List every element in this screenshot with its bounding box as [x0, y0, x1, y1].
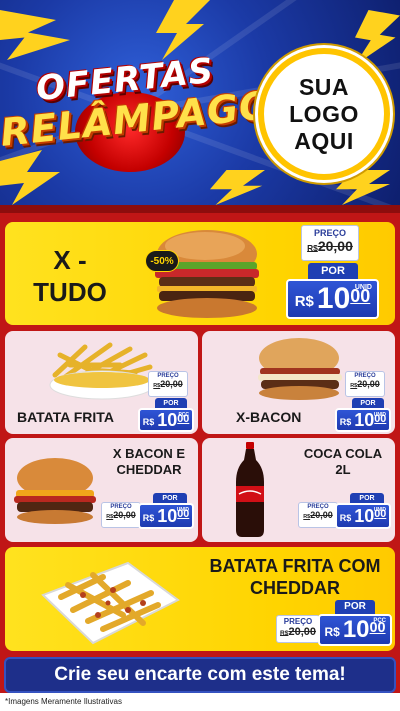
old-price: R$20,00	[299, 510, 337, 520]
price-unit: UNID	[373, 412, 386, 418]
product-name-line2: CHEDDAR	[116, 462, 182, 477]
product-name-line2: TUDO	[33, 277, 107, 307]
old-price-value: 20,00	[310, 510, 333, 520]
old-price-box: PREÇO R$20,00	[101, 502, 141, 528]
fries-image	[49, 342, 155, 400]
price-integer: 10	[342, 616, 370, 643]
currency: R$	[294, 293, 314, 311]
lightning-bolt-icon	[355, 10, 400, 65]
price-integer: 10	[316, 282, 351, 315]
logo-text-line2: LOGO	[289, 100, 359, 127]
logo-placeholder[interactable]: SUA LOGO AQUI	[258, 48, 390, 180]
currency: R$	[142, 512, 155, 523]
price-integer: 10	[354, 506, 375, 526]
old-price-value: 20,00	[357, 379, 380, 389]
product-name-line1: BATATA FRITA COM	[209, 556, 381, 576]
product-card-coca-cola[interactable]: COCA COLA 2L PREÇO R$20,00 POR R$ 10 00 …	[202, 438, 395, 542]
preco-label: PREÇO	[313, 228, 346, 238]
currency: R$	[142, 416, 155, 427]
price-box: R$ 10 00 UNID	[286, 279, 379, 319]
product-name-line1: X -	[53, 245, 87, 275]
price-box: R$ 10 00 PÇC	[318, 614, 392, 646]
old-price-value: 20,00	[160, 379, 183, 389]
product-name: X-BACON	[236, 409, 302, 425]
product-name: X BACON E CHEDDAR	[105, 446, 193, 478]
old-price-box: PREÇO R$20,00	[301, 225, 359, 261]
old-price: R$20,00	[149, 379, 187, 389]
logo-text-line3: AQUI	[294, 127, 354, 154]
burger-image	[258, 338, 342, 400]
old-price-box: PREÇO R$20,00	[148, 371, 188, 397]
price-unit: UNID	[354, 284, 372, 291]
currency: R$	[339, 416, 352, 427]
product-name: BATATA FRITA	[17, 409, 114, 425]
burger-image	[14, 458, 96, 524]
currency: R$	[339, 512, 352, 523]
product-name-line1: X BACON E	[112, 446, 186, 461]
product-card-x-tudo[interactable]: X - TUDO -50% PREÇO R$20,00 POR R$ 10 00…	[5, 222, 395, 325]
product-card-x-bacon-cheddar[interactable]: X BACON E CHEDDAR PREÇO R$20,00 POR R$ 1…	[5, 438, 198, 542]
price-integer: 10	[354, 410, 375, 430]
old-price-value: 20,00	[317, 238, 353, 254]
old-price: R$20,00	[277, 626, 319, 638]
currency: R$	[324, 625, 340, 640]
burger-image	[155, 230, 259, 318]
logo-text-line1: SUA	[298, 73, 350, 100]
price-box: R$ 10 00 UNID	[335, 503, 391, 529]
old-price-value: 20,00	[288, 626, 316, 638]
old-price-box: PREÇO R$20,00	[345, 371, 385, 397]
old-price-box: PREÇO R$20,00	[298, 502, 338, 528]
soda-bottle-image	[236, 442, 264, 537]
product-card-x-bacon[interactable]: X-BACON PREÇO R$20,00 POR R$ 10 00 UNID	[202, 331, 395, 434]
lightning-bolt-icon	[210, 170, 265, 205]
product-name: BATATA FRITA COM CHEDDAR	[200, 555, 390, 599]
price-box: R$ 10 00 UNID	[138, 503, 194, 529]
preco-label: PREÇO	[283, 617, 313, 626]
price-unit: UNID	[176, 507, 189, 513]
product-name-line1: COCA COLA	[303, 446, 383, 461]
product-name: COCA COLA 2L	[298, 446, 388, 478]
price-integer: 10	[157, 506, 178, 526]
disclaimer-text: *Imagens Meramente Ilustrativas	[5, 697, 122, 706]
old-price-value: 20,00	[113, 510, 136, 520]
product-name: X - TUDO	[25, 244, 115, 308]
lightning-bolt-icon	[0, 10, 70, 60]
price-unit: UNID	[373, 507, 386, 513]
product-name-line2: CHEDDAR	[250, 578, 340, 598]
old-currency: R$	[307, 243, 318, 253]
product-card-batata-cheddar[interactable]: BATATA FRITA COM CHEDDAR PREÇO R$20,00 P…	[5, 547, 395, 651]
price-unit: PÇC	[373, 618, 386, 624]
old-price-box: PREÇO R$20,00	[276, 615, 320, 643]
discount-badge: -50%	[145, 250, 179, 272]
header-banner: OFERTAS RELÂMPAGO SUA LOGO AQUI	[0, 0, 400, 205]
product-card-batata-frita[interactable]: BATATA FRITA PREÇO R$20,00 POR R$ 10 00 …	[5, 331, 198, 434]
fries-cheddar-image	[41, 561, 180, 645]
old-price: R$20,00	[346, 379, 384, 389]
cta-banner[interactable]: Crie seu encarte com este tema!	[4, 657, 396, 693]
por-label: POR	[335, 600, 375, 614]
old-price: R$20,00	[302, 238, 358, 254]
old-price: R$20,00	[102, 510, 140, 520]
price-box: R$ 10 00 UNID	[335, 408, 391, 432]
price-integer: 10	[157, 410, 178, 430]
por-label: POR	[308, 263, 358, 279]
product-name-line2: 2L	[335, 462, 351, 477]
price-box: R$ 10 00 PÇC	[138, 408, 194, 432]
price-unit: PÇC	[178, 412, 189, 418]
